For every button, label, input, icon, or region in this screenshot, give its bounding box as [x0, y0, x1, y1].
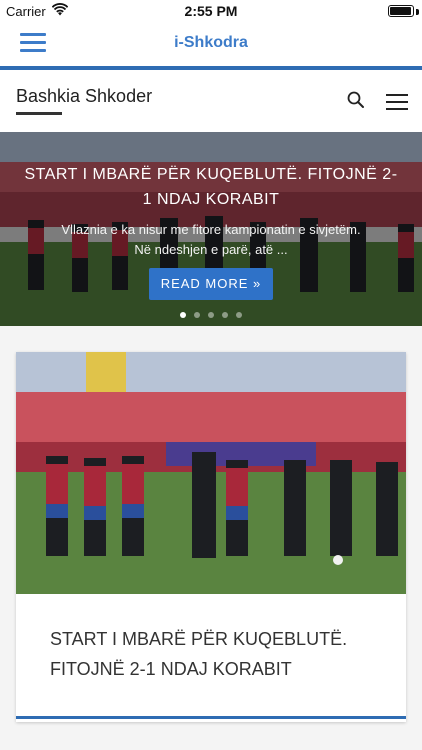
article-card[interactable]: START I MBARË PËR KUQEBLUTË. FITOJNË 2-1… [16, 352, 406, 722]
slide-title[interactable]: START I MBARË PËR KUQEBLUTË. FITOJNË 2-1… [20, 162, 402, 212]
search-icon[interactable] [346, 90, 366, 110]
slide-excerpt-line: Në ndeshjen e parë, atë ... [134, 242, 288, 257]
slider-dot[interactable] [208, 312, 214, 318]
site-title-underline [16, 112, 62, 115]
featured-slider[interactable]: START I MBARË PËR KUQEBLUTË. FITOJNË 2-1… [0, 132, 422, 326]
app-title: i-Shkodra [174, 34, 248, 51]
read-more-button[interactable]: READ MORE » [149, 268, 273, 300]
slider-pagination [0, 312, 422, 318]
hamburger-menu-icon[interactable] [20, 31, 46, 55]
battery-icon [388, 5, 414, 17]
slider-dot[interactable] [180, 312, 186, 318]
article-title[interactable]: START I MBARË PËR KUQEBLUTË. FITOJNË 2-1… [50, 624, 390, 684]
site-header: Bashkia Shkoder [0, 70, 422, 132]
slider-dot[interactable] [236, 312, 242, 318]
site-menu-icon[interactable] [386, 94, 408, 110]
app-nav-bar: i-Shkodra [0, 22, 422, 66]
slider-dot[interactable] [194, 312, 200, 318]
battery-fill [390, 7, 411, 15]
article-card-accent [16, 716, 406, 719]
slide-excerpt-line: Vllaznia e ka nisur me fitore kampionati… [61, 222, 361, 237]
slide-excerpt: Vllaznia e ka nisur me fitore kampionati… [30, 220, 392, 260]
site-title[interactable]: Bashkia Shkoder [16, 86, 152, 107]
article-photo [16, 352, 406, 594]
battery-cap [416, 9, 419, 15]
slider-dot[interactable] [222, 312, 228, 318]
status-bar: Carrier 2:55 PM [0, 0, 422, 22]
clock: 2:55 PM [184, 3, 238, 19]
